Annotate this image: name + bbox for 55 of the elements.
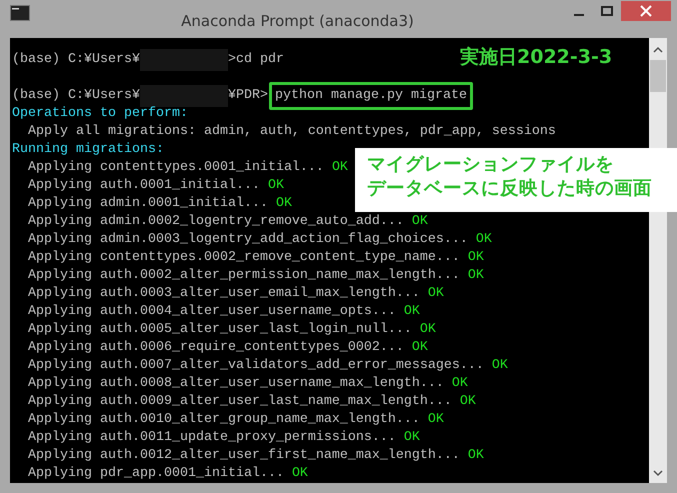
terminal-text: Applying admin.0002_logentry_remove_auto_add...	[26, 213, 405, 231]
callout-note: マイグレーションファイルを データベースに反映した時の画面	[355, 148, 677, 212]
terminal-text: Applying auth.0012_alter_user_first_name_max_length...	[26, 447, 461, 465]
terminal-text: Apply all migrations: admin, auth, contenttypes, pdr_app, sessions	[26, 123, 556, 141]
terminal-heading: Operations to perform:	[12, 105, 188, 123]
terminal-text: Applying contenttypes.0001_initial...	[26, 159, 325, 177]
terminal-text: Applying admin.0003_logentry_add_action_flag_choices...	[26, 231, 469, 249]
status-text: OK	[412, 339, 428, 357]
terminal-text: (base) C:¥Users¥	[12, 87, 140, 105]
terminal-text: Applying auth.0009_alter_user_last_name_max_length...	[26, 393, 453, 411]
terminal-text: Applying auth.0008_alter_user_username_max_length...	[26, 375, 445, 393]
status-text: OK	[468, 447, 484, 465]
console-icon	[10, 5, 30, 21]
terminal-text: Applying auth.0004_alter_user_username_opts...	[26, 303, 397, 321]
scroll-up-icon[interactable]	[653, 46, 663, 54]
status-text: OK	[468, 267, 484, 285]
status-text: OK	[404, 303, 420, 321]
scroll-down-icon[interactable]	[653, 469, 663, 477]
highlighted-command: python manage.py migrate	[268, 82, 473, 110]
status-text: OK	[492, 357, 508, 375]
status-text: OK	[404, 429, 420, 447]
terminal-text: Applying auth.0005_alter_user_last_login_null...	[26, 321, 413, 339]
terminal-text: Applying contenttypes.0002_remove_content_type_name...	[26, 249, 461, 267]
terminal-text: Applying auth.0003_alter_user_email_max_length...	[26, 285, 421, 303]
status-text: OK	[428, 285, 444, 303]
status-text: OK	[468, 249, 484, 267]
status-text: OK	[332, 159, 348, 177]
terminal-text: >cd pdr	[228, 51, 284, 69]
status-text: OK	[452, 375, 468, 393]
status-text: OK	[460, 393, 476, 411]
terminal-text: Applying auth.0002_alter_permission_name_max_length...	[26, 267, 461, 285]
terminal-heading: Running migrations:	[12, 141, 164, 159]
scroll-thumb[interactable]	[650, 60, 666, 92]
terminal-text: Applying auth.0007_alter_validators_add_error_messages...	[26, 357, 485, 375]
terminal-text: Applying auth.0001_initial...	[26, 177, 261, 195]
status-text: OK	[292, 465, 308, 483]
status-text: OK	[420, 321, 436, 339]
terminal-text: Applying auth.0011_update_proxy_permissions...	[26, 429, 397, 447]
status-text: OK	[476, 231, 492, 249]
terminal-text: Applying pdr_app.0001_initial...	[26, 465, 285, 483]
status-text: OK	[268, 177, 284, 195]
terminal-text: ¥PDR>	[228, 87, 268, 105]
terminal-text: (base) C:¥Users¥	[12, 51, 140, 69]
terminal-text: Applying admin.0001_initial...	[26, 195, 269, 213]
date-annotation: 実施日2022-3-3	[460, 45, 612, 70]
close-button[interactable]	[621, 1, 671, 21]
status-text: OK	[276, 195, 292, 213]
window-title: Anaconda Prompt (anaconda3)	[180, 11, 415, 30]
close-icon	[640, 5, 652, 17]
status-text: OK	[412, 213, 428, 231]
terminal-text: Applying auth.0006_require_contenttypes_0002...	[26, 339, 405, 357]
terminal-text: Applying auth.0010_alter_group_name_max_length...	[26, 411, 421, 429]
status-text: OK	[428, 411, 444, 429]
maximize-icon	[601, 6, 613, 16]
minimize-icon	[574, 14, 584, 16]
